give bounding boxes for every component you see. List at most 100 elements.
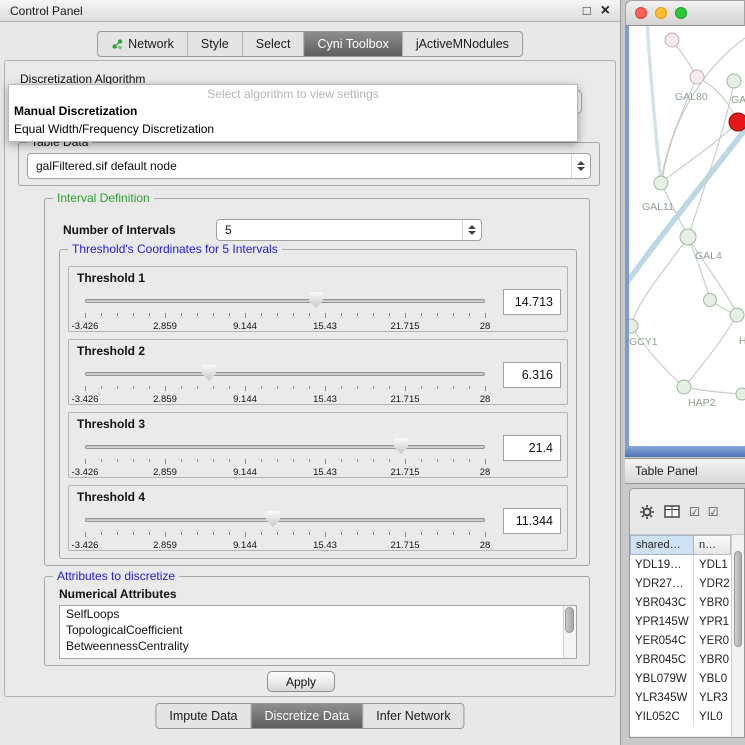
network-edge[interactable]: [684, 387, 742, 394]
slider-track[interactable]: [85, 299, 485, 303]
table-scrollbar[interactable]: [731, 535, 744, 736]
network-node[interactable]: [654, 176, 668, 190]
attribute-list-item[interactable]: TopologicalCoefficient: [60, 622, 576, 638]
slider-tick: [149, 459, 150, 462]
slider-thumb[interactable]: [266, 511, 280, 527]
network-edge[interactable]: [688, 237, 710, 299]
scale-label: 2.859: [153, 321, 177, 332]
table-data-combo[interactable]: galFiltered.sif default node: [27, 153, 591, 179]
tab-style[interactable]: Style: [187, 32, 242, 56]
number-of-intervals-combo[interactable]: 5: [216, 219, 482, 241]
slider-track[interactable]: [85, 445, 485, 449]
slider-tick: [389, 313, 390, 316]
table-row[interactable]: YPR145WYPR1: [630, 612, 731, 631]
slider-thumb[interactable]: [394, 438, 408, 454]
threshold-value-field[interactable]: 11.344: [503, 508, 561, 534]
gear-icon[interactable]: [639, 504, 655, 520]
tab-network[interactable]: Network: [98, 32, 187, 56]
slider-tick: [325, 532, 326, 537]
network-edge[interactable]: [688, 81, 734, 237]
network-edge[interactable]: [685, 315, 737, 386]
table-row[interactable]: YBR043CYBR0: [630, 593, 731, 612]
table-row[interactable]: YBR045CYBR0: [630, 650, 731, 669]
slider-tick: [389, 386, 390, 389]
tab-jactivemnodules[interactable]: jActiveMNodules: [402, 32, 522, 56]
table-row[interactable]: YIL052CYIL0: [630, 707, 731, 726]
tab-label: Impute Data: [169, 709, 237, 723]
attribute-list-item[interactable]: SelfLoops: [60, 606, 576, 622]
table-row[interactable]: YLR345WYLR3: [630, 688, 731, 707]
threshold-value-field[interactable]: 21.4: [503, 435, 561, 461]
network-node[interactable]: [690, 70, 704, 84]
combo-arrows-icon: [462, 220, 481, 240]
network-graph[interactable]: GAL80GAGAL11GAL4GCY1HHAP2: [629, 26, 745, 446]
scale-label: -3.426: [72, 321, 99, 332]
network-edge[interactable]: [662, 38, 745, 181]
column-header-shared-name[interactable]: shared…: [630, 535, 694, 555]
network-node[interactable]: [730, 308, 744, 322]
table-panel-titlebar[interactable]: Table Panel: [625, 458, 745, 484]
network-edge[interactable]: [631, 326, 683, 386]
threshold-slider[interactable]: -3.4262.8599.14415.4321.71528: [85, 291, 485, 333]
threshold-value-field[interactable]: 6.316: [503, 362, 561, 388]
network-node[interactable]: [665, 33, 679, 47]
slider-tick: [453, 532, 454, 535]
slider-track[interactable]: [85, 518, 485, 522]
network-node[interactable]: [677, 380, 691, 394]
network-window-titlebar[interactable]: [625, 0, 745, 26]
table-row[interactable]: YDL19…YDL1: [630, 555, 731, 574]
network-edge[interactable]: [631, 237, 688, 325]
algorithm-option[interactable]: Equal Width/Frequency Discretization: [9, 120, 577, 138]
table-columns-icon[interactable]: [664, 505, 680, 518]
close-icon[interactable]: ×: [601, 6, 610, 16]
algorithm-option[interactable]: Manual Discretization: [9, 102, 577, 120]
scale-label: 9.144: [233, 394, 257, 405]
slider-tick: [85, 386, 86, 391]
table-row[interactable]: YDR27…YDR2: [630, 574, 731, 593]
network-node[interactable]: [680, 229, 696, 245]
network-node[interactable]: [704, 294, 717, 307]
slider-thumb[interactable]: [309, 292, 323, 308]
minimize-window-button[interactable]: [655, 7, 667, 19]
threshold-slider[interactable]: -3.4262.8599.14415.4321.71528: [85, 437, 485, 479]
network-node[interactable]: [736, 388, 745, 400]
table-row[interactable]: YER054CYER0: [630, 631, 731, 650]
checkbox-icon[interactable]: ☑: [689, 505, 699, 519]
scrollbar-thumb[interactable]: [734, 551, 742, 647]
network-node[interactable]: [629, 319, 638, 333]
network-node[interactable]: [727, 74, 741, 88]
network-edge[interactable]: [647, 26, 661, 182]
threshold-slider[interactable]: -3.4262.8599.14415.4321.71528: [85, 510, 485, 552]
network-node[interactable]: [729, 113, 745, 131]
list-scrollbar[interactable]: [563, 606, 576, 658]
attribute-list-item[interactable]: BetweennessCentrality: [60, 638, 576, 654]
slider-tick: [245, 532, 246, 537]
threshold-label: Threshold 4: [77, 490, 145, 504]
table-row[interactable]: YBL079WYBL0: [630, 669, 731, 688]
tab-discretize-data[interactable]: Discretize Data: [251, 704, 363, 728]
scale-label: 9.144: [233, 467, 257, 478]
tab-cyni-toolbox[interactable]: Cyni Toolbox: [303, 32, 401, 56]
control-panel-titlebar[interactable]: Control Panel □ ×: [0, 0, 620, 22]
float-window-icon[interactable]: □: [583, 3, 591, 18]
cell-name: YBL0: [694, 669, 731, 688]
numerical-attributes-list[interactable]: SelfLoopsTopologicalCoefficientBetweenne…: [59, 605, 577, 659]
scrollbar-thumb[interactable]: [565, 607, 574, 633]
apply-button[interactable]: Apply: [267, 671, 335, 692]
threshold-slider[interactable]: -3.4262.8599.14415.4321.71528: [85, 364, 485, 406]
checkbox-icon[interactable]: ☑: [708, 505, 718, 519]
slider-thumb[interactable]: [202, 365, 216, 381]
network-canvas[interactable]: GAL80GAGAL11GAL4GCY1HHAP2: [625, 26, 745, 446]
tab-select[interactable]: Select: [242, 32, 304, 56]
slider-track[interactable]: [85, 372, 485, 376]
zoom-window-button[interactable]: [675, 7, 687, 19]
slider-tick: [165, 532, 166, 537]
close-window-button[interactable]: [635, 7, 647, 19]
tab-impute-data[interactable]: Impute Data: [156, 704, 250, 728]
threshold-panel-3: Threshold 3-3.4262.8599.14415.4321.71528…: [68, 412, 568, 478]
column-header-name[interactable]: n…: [694, 535, 731, 555]
tab-infer-network[interactable]: Infer Network: [362, 704, 463, 728]
scale-label: -3.426: [72, 540, 99, 551]
threshold-value-field[interactable]: 14.713: [503, 289, 561, 315]
slider-tick: [181, 386, 182, 389]
